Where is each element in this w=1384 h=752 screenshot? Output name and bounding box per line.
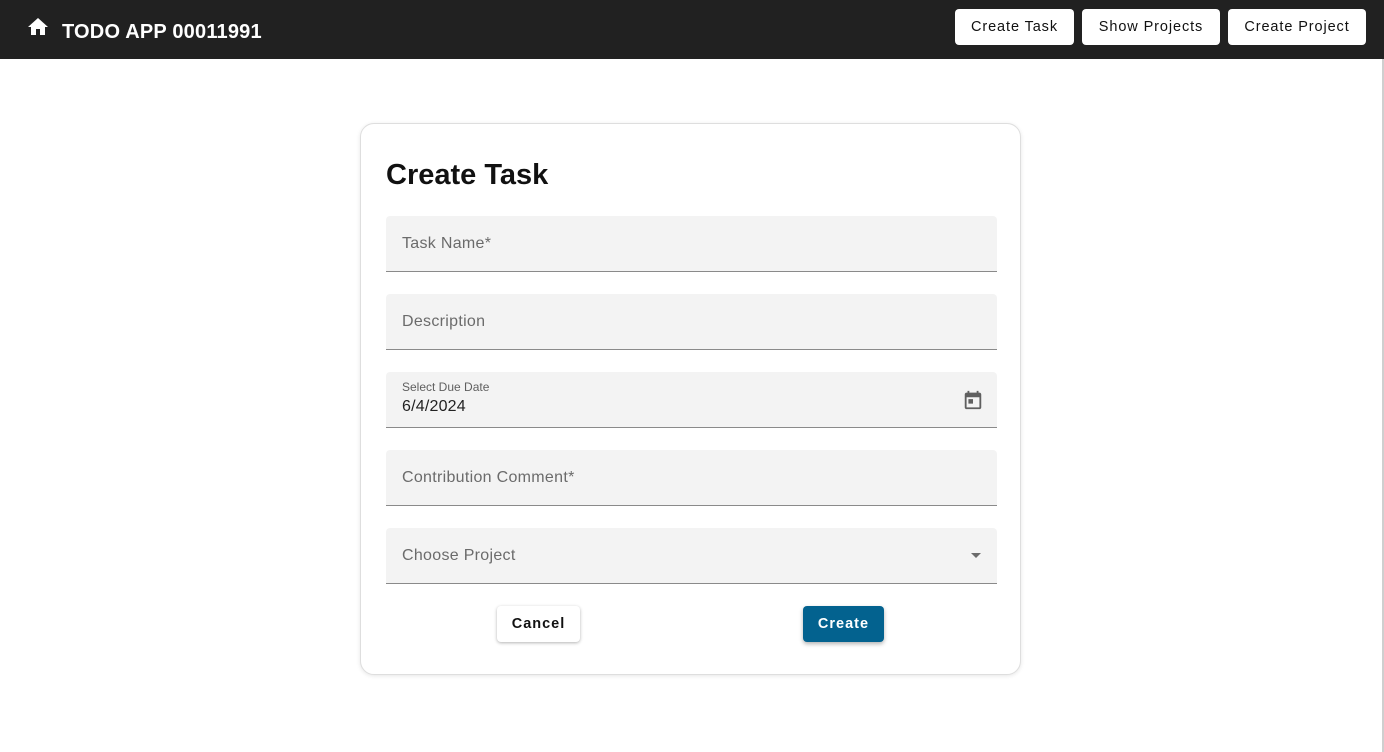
due-date-field[interactable]: Select Due Date 6/4/2024 (386, 372, 997, 428)
task-name-field[interactable]: Task Name* (386, 216, 997, 272)
contribution-comment-field[interactable]: Contribution Comment* (386, 450, 997, 506)
app-bar: TODO APP 00011991 Create Task Show Proje… (0, 0, 1384, 59)
due-date-label: Select Due Date (402, 380, 490, 394)
cancel-button[interactable]: Cancel (497, 606, 580, 642)
home-icon[interactable] (26, 15, 50, 39)
create-button[interactable]: Create (803, 606, 884, 642)
show-projects-nav-button[interactable]: Show Projects (1082, 9, 1220, 45)
choose-project-label: Choose Project (402, 547, 516, 564)
dropdown-arrow-icon[interactable] (971, 553, 981, 558)
contribution-comment-label: Contribution Comment* (402, 469, 575, 486)
task-name-label: Task Name* (402, 235, 492, 252)
calendar-icon[interactable] (962, 389, 984, 411)
app-title: TODO APP 00011991 (62, 21, 262, 43)
due-date-value: 6/4/2024 (402, 398, 466, 415)
choose-project-select[interactable]: Choose Project (386, 528, 997, 584)
form-title: Create Task (386, 159, 549, 191)
create-project-nav-button[interactable]: Create Project (1228, 9, 1366, 45)
description-field[interactable]: Description (386, 294, 997, 350)
create-task-nav-button[interactable]: Create Task (955, 9, 1074, 45)
description-label: Description (402, 313, 486, 330)
create-task-card: Create Task Task Name* Description Selec… (360, 123, 1021, 675)
